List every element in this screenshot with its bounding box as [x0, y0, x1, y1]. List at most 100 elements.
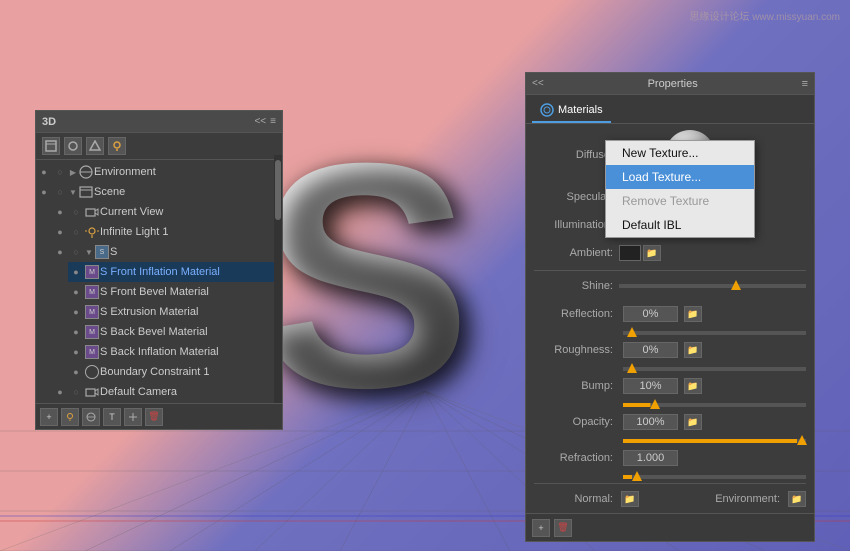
vis2-env: ○: [52, 162, 68, 182]
eye-icon-scene[interactable]: ●: [36, 182, 52, 202]
refraction-value[interactable]: 1.000: [623, 450, 678, 466]
roughness-handle[interactable]: [627, 363, 637, 373]
prop-row-bump: Bump: 10% 📁: [534, 375, 806, 397]
divider-1: [534, 270, 806, 271]
roughness-value[interactable]: 0%: [623, 342, 678, 358]
context-load-texture[interactable]: Load Texture...: [606, 165, 754, 189]
normal-file-btn[interactable]: 📁: [621, 491, 639, 507]
tree-item-back-bevel[interactable]: ● M S Back Bevel Material: [68, 322, 282, 342]
vis2-s: ○: [68, 242, 84, 262]
reflection-value[interactable]: 0%: [623, 306, 678, 322]
add-layer-btn[interactable]: +: [40, 408, 58, 426]
panel-props-collapse[interactable]: <<: [532, 78, 544, 89]
light-btn[interactable]: [61, 408, 79, 426]
eye-icon-bi[interactable]: ●: [68, 342, 84, 362]
divider-2: [534, 483, 806, 484]
bump-file-btn[interactable]: 📁: [684, 378, 702, 394]
toolbar-material-btn[interactable]: [86, 137, 104, 155]
props-add-btn[interactable]: +: [532, 519, 550, 537]
roughness-file-btn[interactable]: 📁: [684, 342, 702, 358]
roughness-control: 0% 📁: [619, 342, 806, 358]
context-new-texture[interactable]: New Texture...: [606, 141, 754, 165]
tab-materials[interactable]: Materials: [532, 99, 611, 123]
eye-icon-dc[interactable]: ●: [52, 382, 68, 400]
scrollbar-thumb[interactable]: [275, 160, 281, 220]
bump-control: 10% 📁: [619, 378, 806, 394]
eye-icon-bb[interactable]: ●: [68, 322, 84, 342]
environment-file-btn[interactable]: 📁: [788, 491, 806, 507]
tree-label-back-bevel: S Back Bevel Material: [100, 326, 208, 338]
chevron-s[interactable]: ▼: [84, 242, 94, 262]
3d-panel-scrollbar[interactable]: [274, 155, 282, 403]
delete-btn[interactable]: 🗑: [145, 408, 163, 426]
prop-row-ambient: Ambient: 📁: [534, 242, 806, 264]
opacity-handle[interactable]: [797, 435, 807, 445]
opacity-slider-row: [534, 439, 806, 443]
panel-3d-header: 3D << ≡: [36, 111, 282, 133]
refraction-label: Refraction:: [534, 452, 619, 464]
tree-item-scene[interactable]: ● ○ ▼ Scene: [36, 182, 282, 202]
tree-item-s-mesh[interactable]: ● ○ ▼ S S: [52, 242, 282, 262]
bump-handle[interactable]: [650, 399, 660, 409]
reflection-slider[interactable]: [623, 331, 806, 335]
tree-item-infinite-light[interactable]: ● ○ Infinite Light 1: [52, 222, 282, 242]
bump-value[interactable]: 10%: [623, 378, 678, 394]
ambient-file-btn[interactable]: 📁: [643, 245, 661, 261]
panel-3d-collapse[interactable]: <<: [254, 116, 266, 127]
mat-icon-fb: M: [84, 282, 100, 302]
roughness-slider[interactable]: [623, 367, 806, 371]
props-tabs: Materials: [526, 95, 814, 124]
tree-item-front-bevel[interactable]: ● M S Front Bevel Material: [68, 282, 282, 302]
tree-label-back-inflation: S Back Inflation Material: [100, 346, 219, 358]
toolbar-mesh-btn[interactable]: [64, 137, 82, 155]
env-icon: [78, 162, 94, 182]
text-btn[interactable]: T: [103, 408, 121, 426]
tree-item-back-inflation[interactable]: ● M S Back Inflation Material: [68, 342, 282, 362]
eye-icon-s[interactable]: ●: [52, 242, 68, 262]
panel-3d-menu[interactable]: ≡: [270, 116, 276, 127]
eye-icon-bc[interactable]: ●: [68, 362, 84, 382]
reflection-file-btn[interactable]: 📁: [684, 306, 702, 322]
tree-item-default-camera[interactable]: ● ○ Default Camera: [52, 382, 282, 400]
tree-item-front-inflation[interactable]: ● M S Front Inflation Material: [68, 262, 282, 282]
chevron-env[interactable]: ▶: [68, 162, 78, 182]
toolbar-light-btn[interactable]: [108, 137, 126, 155]
refraction-slider[interactable]: [623, 475, 806, 479]
eye-icon-ex[interactable]: ●: [68, 302, 84, 322]
tree-label-environment: Environment: [94, 166, 156, 178]
eye-icon-fb[interactable]: ●: [68, 282, 84, 302]
chevron-scene[interactable]: ▼: [68, 182, 78, 202]
toolbar-scene-btn[interactable]: [42, 137, 60, 155]
panel-props-menu[interactable]: ≡: [802, 78, 808, 90]
shine-slider[interactable]: [619, 284, 806, 288]
context-remove-texture: Remove Texture: [606, 189, 754, 213]
ambient-swatch[interactable]: [619, 245, 641, 261]
opacity-slider[interactable]: [623, 439, 806, 443]
refraction-handle[interactable]: [632, 471, 642, 481]
tree-label-front-bevel: S Front Bevel Material: [100, 286, 209, 298]
eye-icon-il[interactable]: ●: [52, 222, 68, 242]
opacity-control: 100% 📁: [619, 414, 806, 430]
context-default-ibl[interactable]: Default IBL: [606, 213, 754, 237]
tree-label-default-camera: Default Camera: [100, 386, 177, 398]
tree-item-boundary[interactable]: ● Boundary Constraint 1: [68, 362, 282, 382]
letter-s-char: S: [258, 115, 471, 435]
eye-icon-cv[interactable]: ●: [52, 202, 68, 222]
tree-item-extrusion[interactable]: ● M S Extrusion Material: [68, 302, 282, 322]
props-delete-btn[interactable]: 🗑: [554, 519, 572, 537]
transform-btn[interactable]: [124, 408, 142, 426]
shine-handle[interactable]: [731, 280, 741, 290]
eye-icon-fi[interactable]: ●: [68, 262, 84, 282]
tree-item-environment[interactable]: ● ○ ▶ Environment: [36, 162, 282, 182]
panel-props-title: Properties: [648, 78, 698, 90]
reflection-handle[interactable]: [627, 327, 637, 337]
opacity-value[interactable]: 100%: [623, 414, 678, 430]
materials-tab-icon: [540, 103, 554, 117]
bump-slider[interactable]: [623, 403, 806, 407]
opacity-file-btn[interactable]: 📁: [684, 414, 702, 430]
camera-icon-dc: [84, 382, 100, 400]
tree-item-current-view[interactable]: ● ○ Current View: [52, 202, 282, 222]
env-btn[interactable]: [82, 408, 100, 426]
eye-icon-env[interactable]: ●: [36, 162, 52, 182]
mesh-icon-s: S: [94, 242, 110, 262]
